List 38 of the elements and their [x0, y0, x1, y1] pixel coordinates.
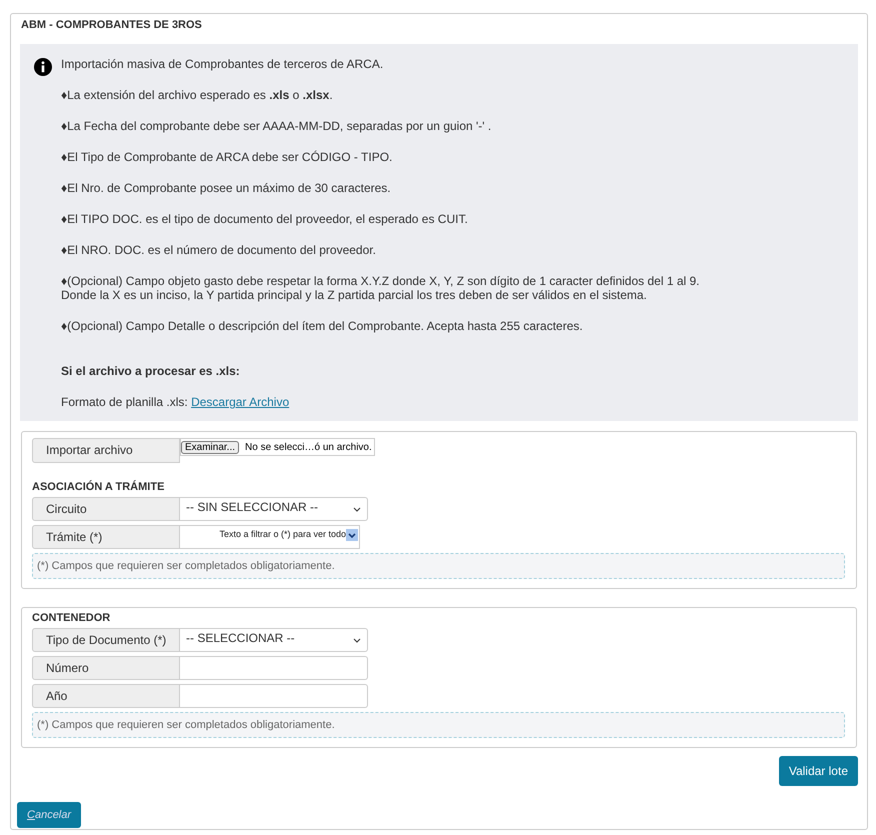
field-label: Año [32, 684, 180, 708]
input-field[interactable] [180, 656, 368, 680]
file-status: No se selecci…ó un archivo. [245, 442, 372, 452]
rule-text: ♦El Tipo de Comprobante de ARCA debe ser CÓDIGO - TIPO. [61, 150, 394, 164]
dropdown-button[interactable] [346, 529, 358, 541]
chevron-icon [353, 638, 361, 642]
cancel-button[interactable]: Cancelar [17, 802, 82, 828]
combo-field[interactable]: Texto a filtrar o (*) para ver todo [180, 525, 360, 549]
required-note: (*) Campos que requieren ser completados obligatoriamente. [32, 712, 845, 738]
validate-button[interactable]: Validar lote [778, 756, 858, 786]
required-note: (*) Campos que requieren ser completados obligatoriamente. [32, 553, 845, 579]
field-label: Importar archivo [32, 438, 180, 463]
browse-button[interactable]: Examinar... [181, 440, 240, 454]
xls-heading: Si el archivo a procesar es .xls: [61, 364, 241, 378]
rule-text: ♦(Opcional) Campo Detalle o descripción del ítem del Comprobante. Acepta hasta 255 caracteres. [61, 319, 584, 333]
field-label: Tipo de Documento (*) [32, 628, 180, 652]
section-heading: CONTENEDOR [32, 612, 112, 624]
select-field[interactable]: -- SELECCIONAR -- [180, 628, 368, 652]
field-label: Circuito [32, 497, 180, 521]
input-field[interactable] [180, 684, 368, 708]
section-heading: ASOCIACIÓN A TRÁMITE [32, 481, 166, 493]
chevron-icon [353, 506, 361, 512]
info-text: Importación masiva de Comprobantes de terceros de ARCA. [61, 57, 384, 71]
rule-text: ♦El Nro. de Comprobante posee un máximo de 30 caracteres. [61, 181, 392, 195]
panel-title: ABM - COMPROBANTES DE 3ROS [20, 18, 203, 33]
rule-text: ♦El NRO. DOC. es el número de documento del proveedor. [61, 243, 377, 257]
chevron-icon [348, 532, 356, 538]
format-label: Formato de planilla .xls: [61, 395, 188, 409]
download-link[interactable]: Descargar Archivo [191, 395, 290, 409]
rule-text: ♦(Opcional) Campo objeto gasto debe respetar la forma X.Y.Z donde X, Y, Z son dígito de 1 caracter definidos del 1 al 9. Donde la X es un inciso, la Y partida principal y la Z partida parcial los tres deben de ser válidos en el sistema. [61, 274, 701, 302]
rule-text: ♦El TIPO DOC. es el tipo de documento del proveedor, el esperado es CUIT. [61, 212, 469, 226]
file-input[interactable]: Examinar... No se selecci…ó un archivo. [180, 438, 375, 456]
rule-text: ♦La extensión del archivo esperado es .xls o .xlsx. [61, 88, 334, 102]
info-icon [34, 58, 52, 76]
field-label: Trámite (*) [32, 525, 180, 549]
select-field[interactable]: -- SIN SELECCIONAR -- [180, 497, 368, 521]
field-label: Número [32, 656, 180, 680]
rule-text: ♦La Fecha del comprobante debe ser AAAA-MM-DD, separadas por un guion '-' . [61, 119, 492, 133]
